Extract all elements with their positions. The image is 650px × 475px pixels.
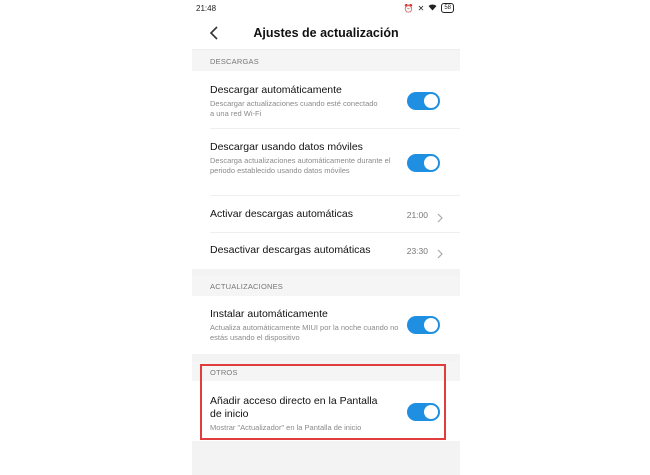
setting-label: Activar descargas automáticas bbox=[210, 208, 353, 220]
app-header: Ajustes de actualización bbox=[192, 17, 460, 49]
setting-label: Desactivar descargas automáticas bbox=[210, 244, 371, 256]
setting-row-deactivate[interactable]: Desactivar descargas automáticas 23:30 bbox=[192, 233, 460, 269]
status-bar: 21:48 ⏰ ✕ 58 bbox=[192, 0, 460, 17]
setting-value: 23:30 bbox=[406, 246, 428, 256]
setting-description: Descargar actualizaciones cuando esté co… bbox=[210, 99, 378, 118]
setting-label: Instalar automáticamente bbox=[210, 308, 328, 320]
auto-download-toggle[interactable] bbox=[407, 92, 440, 110]
section-title-descargas: DESCARGAS bbox=[210, 57, 259, 66]
section-gap bbox=[192, 269, 460, 276]
setting-row-auto-install[interactable]: Instalar automáticamente Actualiza autom… bbox=[192, 296, 460, 354]
setting-row-auto-download[interactable]: Descargar automáticamente Descargar actu… bbox=[192, 71, 460, 129]
battery-icon: 58 bbox=[441, 3, 454, 13]
section-gap bbox=[192, 354, 460, 361]
chevron-right-icon bbox=[436, 246, 444, 259]
status-time: 21:48 bbox=[196, 4, 217, 13]
mobile-data-toggle[interactable] bbox=[407, 154, 440, 172]
highlight-box bbox=[200, 364, 446, 440]
section-title-actualizaciones: ACTUALIZACIONES bbox=[210, 282, 284, 291]
setting-description: Descarga actualizaciones automáticamente… bbox=[210, 156, 391, 175]
setting-row-activate[interactable]: Activar descargas automáticas 21:00 bbox=[192, 196, 460, 233]
auto-install-toggle[interactable] bbox=[407, 316, 440, 334]
mute-icon: ✕ bbox=[417, 3, 425, 13]
section-header-actualizaciones: ACTUALIZACIONES bbox=[192, 276, 460, 296]
setting-value: 21:00 bbox=[406, 210, 428, 220]
toggle-knob bbox=[424, 318, 438, 332]
toggle-knob bbox=[424, 156, 438, 170]
setting-row-mobile-data[interactable]: Descargar usando datos móviles Descarga … bbox=[192, 129, 460, 196]
setting-description: Actualiza automáticamente MIUI por la no… bbox=[210, 323, 399, 342]
chevron-right-icon bbox=[436, 210, 444, 223]
section-header-descargas: DESCARGAS bbox=[192, 50, 460, 71]
wifi-icon bbox=[428, 3, 437, 13]
bottom-area bbox=[192, 441, 460, 475]
toggle-knob bbox=[424, 94, 438, 108]
alarm-icon: ⏰ bbox=[403, 3, 414, 13]
status-icons: ⏰ ✕ 58 bbox=[404, 3, 454, 13]
setting-label: Descargar usando datos móviles bbox=[210, 141, 363, 153]
setting-label: Descargar automáticamente bbox=[210, 84, 342, 96]
page-title: Ajustes de actualización bbox=[253, 26, 399, 40]
